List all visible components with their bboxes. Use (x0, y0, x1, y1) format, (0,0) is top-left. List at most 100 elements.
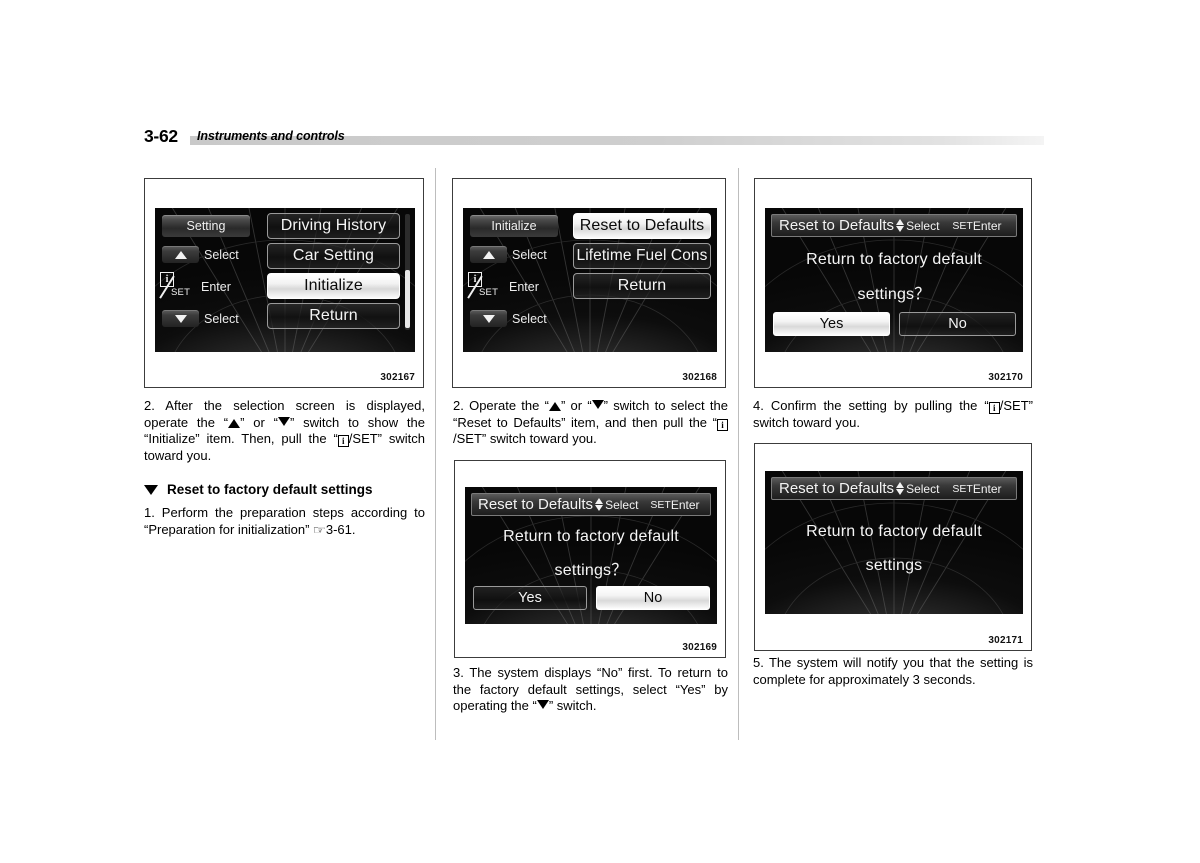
rail-down-select[interactable]: Select (162, 310, 239, 327)
enter-label: Enter (509, 280, 539, 294)
up-select-label: Select (204, 247, 239, 262)
lcd-screen-initialize-menu: Initialize Select i SET Enter Select Res… (463, 208, 717, 352)
rail-enter[interactable]: i SET Enter (467, 272, 539, 302)
scrollbar-thumb[interactable] (405, 270, 410, 328)
page-number: 3-62 (144, 126, 178, 146)
menu-item-return[interactable]: Return (573, 273, 711, 299)
triangle-up-icon (174, 250, 187, 259)
no-button-label: No (948, 316, 967, 332)
up-down-arrows-icon (896, 219, 905, 232)
set-hint-label: SET (650, 498, 671, 511)
figure-302170: Reset to Defaults Select SET Enter Retur… (754, 178, 1032, 388)
rail-up-select[interactable]: Select (162, 246, 239, 263)
triangle-down-icon (536, 700, 549, 710)
dialog-message-line2: settings？ (857, 286, 931, 303)
triangle-down-bullet-icon (144, 484, 158, 495)
lcd-screen-confirm-no: Reset to Defaults Select SET Enter Retur… (465, 487, 717, 624)
col3-step5-paragraph: 5. The system will notify you that the s… (753, 655, 1033, 688)
col3-step4-paragraph: 4. Confirm the setting by pulling the “i… (753, 398, 1033, 431)
dialog-header: Reset to Defaults Select SET Enter (771, 477, 1017, 500)
figure-302168: Initialize Select i SET Enter Select Res… (452, 178, 726, 388)
rail-title-label: Setting (186, 219, 226, 233)
triangle-down-icon (591, 400, 604, 409)
subheading-reset-to-factory-default: Reset to factory default settings (144, 482, 425, 497)
section-title: Instruments and controls (197, 129, 345, 143)
figure-caption: 302169 (682, 642, 717, 653)
up-down-arrows-icon (595, 498, 604, 511)
dialog-message-line1: Return to factory default (806, 251, 982, 268)
info-icon: i (337, 435, 349, 448)
col2-step2-text-b: ” or “ (560, 398, 592, 413)
rail-up-select[interactable]: Select (470, 246, 547, 263)
down-select-label: Select (204, 311, 239, 326)
yes-button[interactable]: Yes (773, 312, 890, 336)
set-label: SET (171, 287, 191, 298)
col2-step3-paragraph: 3. The system displays “No” first. To re… (453, 665, 728, 715)
menu-item-driving-history[interactable]: Driving History (267, 213, 400, 239)
lcd-content: Initialize Select i SET Enter Select Res… (463, 208, 717, 352)
up-button[interactable] (470, 246, 507, 263)
set-hint-label: SET (952, 219, 973, 232)
info-set-icon: i SET (467, 272, 504, 302)
col2-step3-text-b: ” switch. (548, 698, 597, 714)
rail-title-label: Initialize (491, 219, 537, 233)
enter-hint-label: Enter (670, 497, 700, 512)
col2-step2-text-a: 2. Operate the “ (453, 398, 549, 413)
info-icon: i (717, 418, 728, 431)
triangle-up-icon (482, 250, 495, 259)
dialog-message-line1: Return to factory default (503, 528, 679, 545)
triangle-down-icon (896, 226, 905, 232)
triangle-up-icon (896, 219, 905, 225)
menu-item-label: Car Setting (292, 247, 375, 264)
menu-item-return[interactable]: Return (267, 303, 400, 329)
menu-item-reset-to-defaults[interactable]: Reset to Defaults (573, 213, 711, 239)
dialog-message-line1: Return to factory default (806, 523, 982, 540)
triangle-down-icon (278, 416, 290, 426)
up-down-arrows-icon (896, 482, 905, 495)
triangle-up-icon (896, 482, 905, 488)
set-label: SET (479, 287, 499, 298)
yes-button-label: Yes (819, 316, 844, 332)
down-button[interactable] (162, 310, 199, 327)
triangle-down-icon (174, 314, 187, 323)
rail-title-setting: Setting (162, 215, 250, 237)
menu-item-label: Return (309, 307, 358, 324)
rail-title-initialize: Initialize (470, 215, 558, 237)
lcd-screen-confirm-yes: Reset to Defaults Select SET Enter Retur… (765, 208, 1023, 352)
menu-item-label: Return (617, 277, 667, 294)
dialog-title: Reset to Defaults (478, 496, 594, 513)
no-button[interactable]: No (899, 312, 1016, 336)
select-hint-label: Select (906, 481, 940, 496)
dialog-header: Reset to Defaults Select SET Enter (771, 214, 1017, 237)
dialog-title: Reset to Defaults (779, 217, 895, 234)
select-hint-label: Select (906, 218, 940, 233)
info-icon: i (988, 402, 1000, 414)
menu-item-initialize[interactable]: Initialize (267, 273, 400, 299)
yes-button-label: Yes (518, 590, 542, 606)
triangle-up-icon (595, 498, 604, 504)
triangle-down-icon (896, 489, 905, 495)
figure-caption: 302170 (988, 372, 1023, 383)
enter-hint-label: Enter (972, 481, 1002, 496)
column-divider-right (738, 168, 739, 740)
set-hint-label: SET (952, 482, 973, 495)
figure-302171: Reset to Defaults Select SET Enter Retur… (754, 443, 1032, 651)
rail-down-select[interactable]: Select (470, 310, 547, 327)
yes-button[interactable]: Yes (473, 586, 587, 610)
menu-item-car-setting[interactable]: Car Setting (267, 243, 400, 269)
col1-step1-text-b: 3-61. (325, 521, 356, 537)
up-button[interactable] (162, 246, 199, 263)
col3-step4-text-a: 4. Confirm the setting by pulling the “ (753, 398, 989, 413)
down-button[interactable] (470, 310, 507, 327)
figure-caption: 302168 (682, 372, 717, 383)
no-button-label: No (643, 590, 663, 606)
up-select-label: Select (512, 247, 547, 262)
page-header: 3-62 Instruments and controls (144, 126, 1044, 152)
lcd-screen-setting-menu: Setting Select i SET Enter Select Drivin… (155, 208, 415, 352)
rail-enter[interactable]: i SET Enter (159, 272, 231, 302)
lcd-content: Reset to Defaults Select SET Enter Retur… (765, 471, 1023, 614)
column-divider-left (435, 168, 436, 740)
no-button[interactable]: No (596, 586, 710, 610)
menu-item-lifetime-fuel-cons[interactable]: Lifetime Fuel Cons (573, 243, 711, 269)
triangle-down-icon (595, 505, 604, 511)
